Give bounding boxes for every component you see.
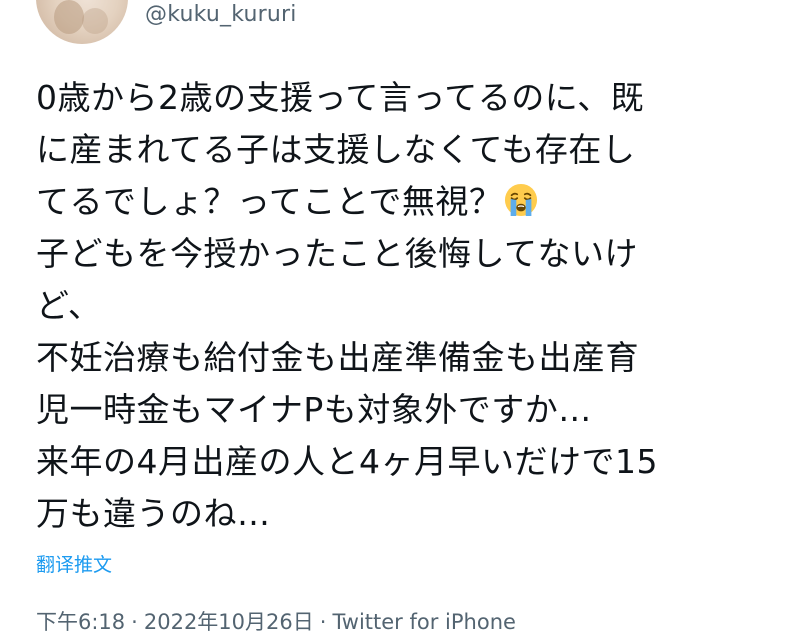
tweet-line: 来年の4月出産の人と4ヶ月早いだけで15 <box>36 442 658 481</box>
tweet-line: 万も違うのね… <box>36 494 271 533</box>
tweet-card: @kuku_kururi 0歳から2歳の支援って言ってるのに、既 に産まれてる子… <box>0 0 800 641</box>
tweet-metadata: 下午6:18 · 2022年10月26日 · Twitter for iPhone <box>36 608 516 636</box>
tweet-source[interactable]: Twitter for iPhone <box>332 610 516 634</box>
tweet-line-with-emoji: てるでしょ？ってことで無視？ <box>36 176 776 228</box>
tweet-line: 0歳から2歳の支援って言ってるのに、既 <box>36 78 645 117</box>
tweet-time[interactable]: 下午6:18 <box>36 610 125 634</box>
tweet-line: 不妊治療も給付金も出産準備金も出産育 <box>36 338 639 377</box>
tweet-line: てるでしょ？ってことで無視？ <box>36 182 503 221</box>
tweet-text: 0歳から2歳の支援って言ってるのに、既 に産まれてる子は支援しなくても存在し て… <box>36 72 776 540</box>
tweet-line: 児一時金もマイナPも対象外ですか… <box>36 390 592 429</box>
tweet-line: 子どもを今授かったこと後悔してないけ <box>36 234 639 273</box>
avatar[interactable] <box>36 0 128 44</box>
tweet-line: ど、 <box>36 286 102 325</box>
author-handle[interactable]: @kuku_kururi <box>145 0 297 30</box>
avatar-illustration-shape <box>54 0 84 34</box>
separator-dot: · <box>131 610 138 634</box>
tweet-line: に産まれてる子は支援しなくても存在し <box>36 130 636 169</box>
crying-face-emoji-icon <box>505 183 538 217</box>
tweet-date[interactable]: 2022年10月26日 <box>144 610 314 634</box>
avatar-illustration-shape <box>82 8 108 34</box>
separator-dot: · <box>319 610 327 634</box>
translate-tweet-link[interactable]: 翻译推文 <box>36 552 112 578</box>
